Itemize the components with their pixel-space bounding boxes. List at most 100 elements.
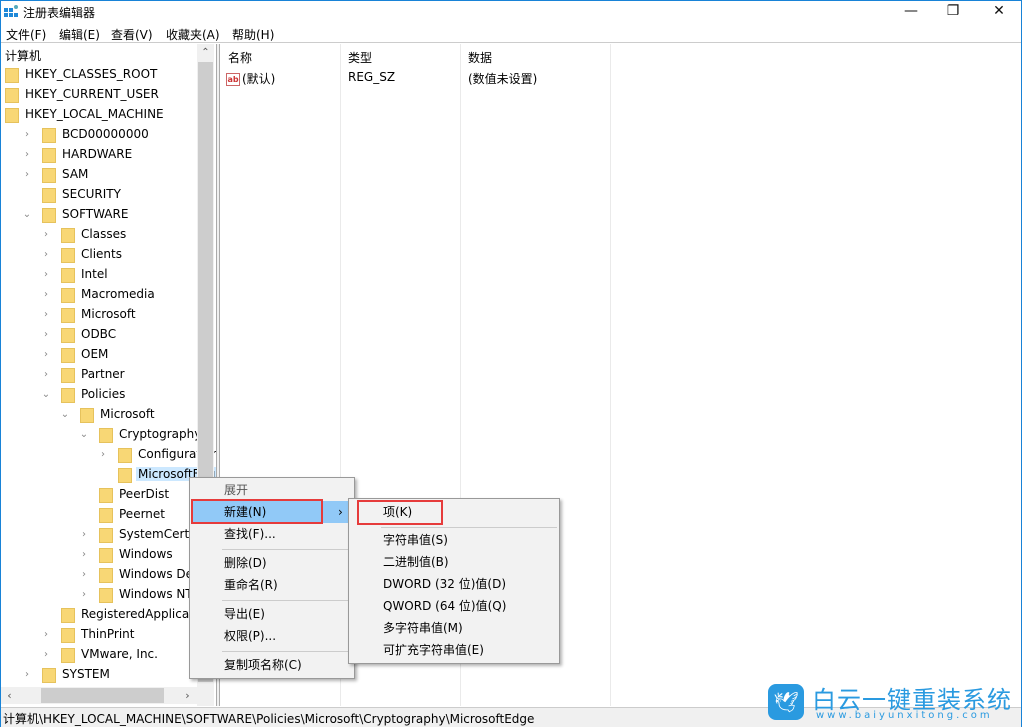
- menu-separator: [222, 600, 350, 601]
- menu-edit[interactable]: 编辑(E): [59, 26, 100, 43]
- expand-icon[interactable]: ›: [22, 145, 32, 165]
- value-data: (数值未设置): [468, 72, 538, 86]
- restore-button[interactable]: ❐: [933, 1, 973, 23]
- expand-icon[interactable]: ›: [41, 645, 51, 665]
- minimize-button[interactable]: —: [891, 1, 931, 23]
- tree-node-label: Partner: [81, 367, 125, 381]
- tree-node-label: Clients: [81, 247, 122, 261]
- tree-node-label: ThinPrint: [81, 627, 135, 641]
- tree-root-computer[interactable]: 计算机: [5, 47, 41, 64]
- tree-node-label: SYSTEM: [62, 667, 110, 681]
- menu-view[interactable]: 查看(V): [111, 26, 153, 43]
- folder-icon: [99, 428, 113, 443]
- expand-icon[interactable]: ›: [41, 305, 51, 325]
- folder-icon: [42, 168, 56, 183]
- expand-icon[interactable]: ›: [79, 585, 89, 605]
- menu-file[interactable]: 文件(F): [6, 26, 46, 43]
- expand-icon[interactable]: ›: [22, 665, 32, 685]
- highlight-key: [357, 500, 443, 525]
- column-header-name[interactable]: 名称: [228, 49, 252, 66]
- menu-separator: [381, 527, 557, 528]
- tree-node-label: Windows NT: [119, 587, 193, 601]
- tree-node-label: HARDWARE: [62, 147, 133, 161]
- expand-icon[interactable]: ›: [41, 625, 51, 645]
- expand-icon[interactable]: ›: [41, 325, 51, 345]
- column-header-type[interactable]: 类型: [348, 49, 372, 66]
- tree-line: [98, 465, 108, 485]
- folder-icon: [61, 288, 75, 303]
- folder-icon: [61, 308, 75, 323]
- expand-icon[interactable]: ›: [79, 545, 89, 565]
- scroll-thumb-horizontal[interactable]: [41, 688, 164, 703]
- submenu-dword-value[interactable]: DWORD (32 位)值(D): [351, 573, 557, 595]
- menu-favorites[interactable]: 收藏夹(A): [166, 26, 220, 43]
- menu-help[interactable]: 帮助(H): [232, 26, 274, 43]
- menu-delete[interactable]: 删除(D): [192, 552, 352, 574]
- collapse-icon[interactable]: ⌄: [22, 205, 32, 225]
- folder-icon: [118, 468, 132, 483]
- tree-line: [79, 485, 89, 505]
- bird-logo-icon: 🕊: [768, 684, 804, 720]
- expand-icon[interactable]: ›: [98, 445, 108, 465]
- expand-icon[interactable]: ›: [41, 225, 51, 245]
- collapse-icon[interactable]: ⌄: [60, 405, 70, 425]
- expand-icon[interactable]: ›: [41, 245, 51, 265]
- tree-node-label: VMware, Inc.: [81, 647, 158, 661]
- menu-permissions[interactable]: 权限(P)...: [192, 625, 352, 647]
- menu-export[interactable]: 导出(E): [192, 603, 352, 625]
- tree-node-label: Classes: [81, 227, 127, 241]
- tree-node-label: Microsoft: [81, 307, 136, 321]
- chevron-right-icon: ›: [338, 505, 343, 519]
- expand-icon[interactable]: ›: [79, 525, 89, 545]
- folder-icon: [61, 248, 75, 263]
- tree-node-label: Peernet: [119, 507, 165, 521]
- folder-icon: [61, 368, 75, 383]
- menu-separator: [222, 651, 350, 652]
- menu-separator: [222, 549, 350, 550]
- value-row[interactable]: ab (默认): [226, 70, 275, 87]
- expand-icon[interactable]: ›: [79, 565, 89, 585]
- close-button[interactable]: ✕: [979, 1, 1019, 23]
- scroll-left-icon[interactable]: ‹: [1, 687, 18, 704]
- submenu-binary-value[interactable]: 二进制值(B): [351, 551, 557, 573]
- folder-icon: [99, 488, 113, 503]
- tree-node-label: Intel: [81, 267, 108, 281]
- tree-horizontal-scrollbar[interactable]: ‹ ›: [1, 687, 197, 704]
- expand-icon[interactable]: ›: [22, 125, 32, 145]
- regedit-icon: [4, 5, 18, 17]
- tree-node-label: SAM: [62, 167, 89, 181]
- menu-rename[interactable]: 重命名(R): [192, 574, 352, 596]
- menu-copy-key-name[interactable]: 复制项名称(C): [192, 654, 352, 676]
- submenu-qword-value[interactable]: QWORD (64 位)值(Q): [351, 595, 557, 617]
- submenu-string-value[interactable]: 字符串值(S): [351, 529, 557, 551]
- folder-icon: [61, 648, 75, 663]
- folder-icon: [61, 388, 75, 403]
- menu-find[interactable]: 查找(F)...: [192, 523, 352, 545]
- expand-icon[interactable]: ›: [22, 165, 32, 185]
- folder-icon: [80, 408, 94, 423]
- expand-icon[interactable]: ›: [41, 345, 51, 365]
- watermark: 🕊 白云一键重装系统 www.baiyunxitong.com: [768, 680, 1022, 726]
- folder-icon: [5, 88, 19, 103]
- scroll-up-icon[interactable]: ⌃: [197, 44, 214, 61]
- expand-icon[interactable]: ›: [41, 365, 51, 385]
- expand-icon[interactable]: ›: [41, 285, 51, 305]
- tree-node-label: PeerDist: [119, 487, 170, 501]
- expand-icon[interactable]: ›: [41, 265, 51, 285]
- tree-node-label: Cryptography: [119, 427, 202, 441]
- scroll-right-icon[interactable]: ›: [179, 687, 196, 704]
- tree-node-label: Windows: [119, 547, 173, 561]
- folder-icon: [42, 148, 56, 163]
- menu-expand[interactable]: 展开: [192, 479, 352, 501]
- brand-url: www.baiyunxitong.com: [816, 710, 993, 721]
- tree-node-label: OEM: [81, 347, 109, 361]
- collapse-icon[interactable]: ⌄: [79, 425, 89, 445]
- collapse-icon[interactable]: ⌄: [41, 385, 51, 405]
- tree-node-label: SOFTWARE: [62, 207, 129, 221]
- string-value-icon: ab: [226, 73, 240, 86]
- submenu-multi-string-value[interactable]: 多字符串值(M): [351, 617, 557, 639]
- submenu-expandable-string-value[interactable]: 可扩充字符串值(E): [351, 639, 557, 661]
- column-separator: [610, 44, 611, 706]
- column-header-data[interactable]: 数据: [468, 49, 492, 66]
- window-title: 注册表编辑器: [23, 6, 96, 20]
